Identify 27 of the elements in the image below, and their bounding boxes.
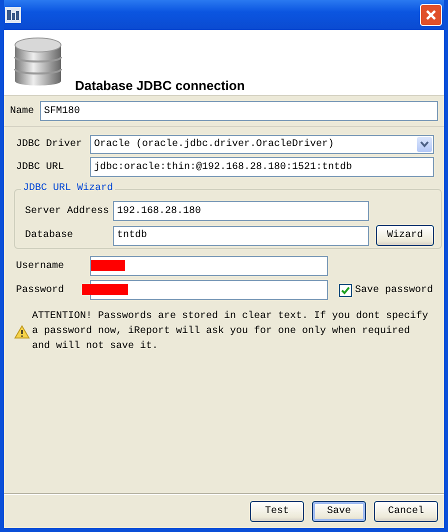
text-field[interactable] (90, 256, 328, 276)
field-label: Database (25, 230, 74, 241)
field-label: Username (16, 260, 66, 272)
driver-dropdown[interactable]: Oracle (oracle.jdbc.driver.OracleDriver) (90, 135, 434, 154)
field-label: Password (16, 284, 66, 296)
dialog-button[interactable]: Test (250, 500, 304, 522)
text-field[interactable]: 192.168.28.180 (113, 201, 369, 221)
text-field[interactable]: tntdb (113, 226, 369, 246)
field-label: JDBC Driver (16, 139, 84, 150)
close-icon (425, 9, 437, 21)
app-icon (5, 7, 21, 23)
save-password-checkbox[interactable] (339, 284, 352, 296)
wizard-button[interactable]: Wizard (376, 225, 434, 246)
name-field[interactable]: SFM180 (40, 101, 438, 121)
text-field[interactable] (90, 280, 328, 300)
field-label: JDBC URL (16, 162, 66, 172)
dialog-heading: Database JDBC connection (75, 78, 245, 93)
close-button[interactable] (420, 4, 442, 26)
warning-icon (14, 324, 30, 338)
field-label: Server Address (25, 206, 110, 216)
dialog-button[interactable]: Save (312, 500, 366, 522)
dropdown-value: Oracle (oracle.jdbc.driver.OracleDriver) (94, 139, 334, 150)
dialog-button[interactable]: Cancel (374, 500, 438, 522)
url-field[interactable]: jdbc:oracle:thin:@192.168.28.180:1521:tntdb (90, 157, 434, 177)
checkbox-label: Save password (355, 284, 434, 296)
warning-text: ATTENTION! Passwords are stored in clear text. If you dont specify a password now, iReport will ask you for one only when required and will not save it. (32, 310, 430, 354)
field-label: Name (10, 106, 34, 116)
